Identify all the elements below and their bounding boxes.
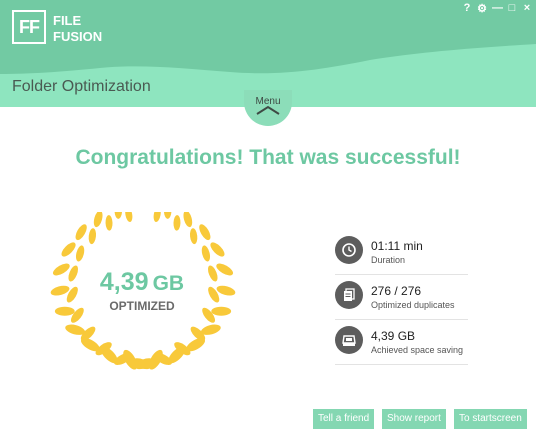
help-icon[interactable]: ? — [462, 2, 472, 15]
laurel-leaf — [50, 285, 70, 296]
optimized-unit: GB — [152, 272, 185, 295]
optimized-caption: OPTIMIZED — [109, 299, 175, 313]
laurel-leaf — [173, 215, 181, 231]
clock-icon — [342, 243, 356, 257]
to-startscreen-button[interactable]: To startscreen — [454, 409, 527, 429]
disk-icon — [342, 335, 356, 346]
stat-label: Achieved space saving — [371, 345, 464, 355]
app-brand: FILE FUSION — [53, 13, 102, 45]
optimized-value: 4,39 — [99, 268, 149, 296]
laurel-leaf — [61, 242, 76, 257]
chevron-up-icon — [256, 105, 280, 115]
maximize-icon[interactable]: □ — [507, 2, 517, 15]
stat-value: 4,39 GB — [371, 329, 416, 343]
brand-line-2: FUSION — [53, 29, 103, 44]
laurel-leaf — [88, 228, 97, 245]
stat-value: 276 / 276 — [371, 284, 422, 298]
laurel-leaf — [54, 306, 75, 316]
laurel-leaf — [210, 242, 225, 257]
laurel-leaf — [163, 212, 172, 219]
laurel-leaf — [189, 228, 198, 245]
stats-list: 01:11 min Duration 276 / 276 Optimized d… — [335, 230, 468, 365]
laurel-leaf — [75, 245, 85, 262]
close-icon[interactable]: × — [522, 2, 532, 15]
stat-label: Optimized duplicates — [371, 300, 455, 310]
laurel-leaf — [52, 263, 70, 276]
laurel-leaf — [199, 224, 211, 241]
minimize-icon[interactable]: — — [492, 2, 503, 15]
documents-icon — [344, 288, 355, 301]
stat-icon-circle — [335, 236, 363, 264]
stat-duration: 01:11 min Duration — [335, 230, 468, 275]
laurel-leaf — [105, 215, 113, 231]
section-title: Folder Optimization — [12, 78, 151, 95]
app-logo: FF — [12, 10, 46, 44]
laurel-leaf — [216, 263, 234, 276]
laurel-leaf — [201, 245, 211, 262]
laurel-leaf — [153, 212, 161, 222]
menu-button[interactable]: Menu — [244, 90, 292, 126]
success-headline: Congratulations! That was successful! — [75, 146, 461, 169]
window-controls: ? ⚙ — □ × — [462, 2, 532, 15]
stat-value: 01:11 min — [371, 239, 423, 253]
stat-icon-circle — [335, 326, 363, 354]
tell-friend-button[interactable]: Tell a friend — [313, 409, 375, 429]
optimized-size: 4,39 GB — [80, 268, 204, 297]
laurel-leaf — [125, 212, 133, 222]
stat-space-saving: 4,39 GB Achieved space saving — [335, 320, 468, 365]
laurel-leaf — [211, 306, 232, 316]
laurel-leaf — [75, 224, 87, 241]
brand-line-1: FILE — [53, 13, 82, 28]
laurel-leaf — [216, 285, 236, 296]
laurel-leaf — [93, 212, 103, 228]
stat-icon-circle — [335, 281, 363, 309]
settings-icon[interactable]: ⚙ — [477, 2, 487, 15]
laurel-leaf — [183, 212, 193, 228]
stat-duplicates: 276 / 276 Optimized duplicates — [335, 275, 468, 320]
stat-label: Duration — [371, 255, 406, 265]
laurel-leaf — [114, 212, 123, 219]
show-report-button[interactable]: Show report — [382, 409, 446, 429]
